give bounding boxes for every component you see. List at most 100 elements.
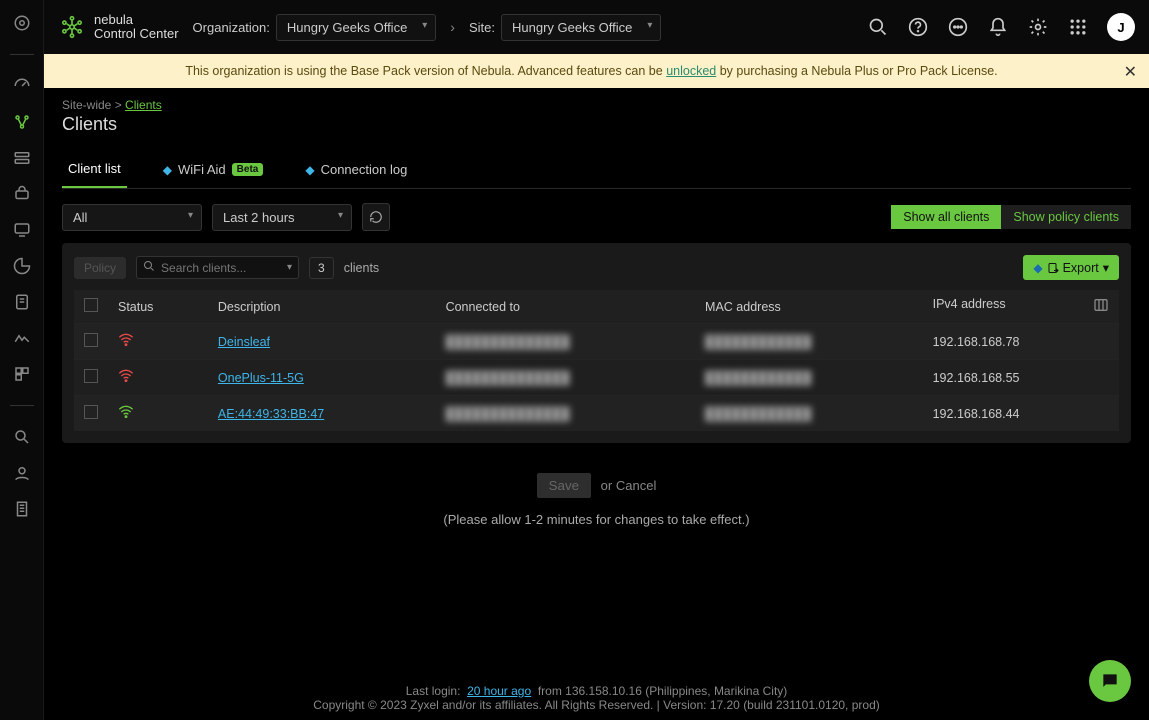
export-label: Export <box>1063 261 1099 275</box>
table-row[interactable]: OnePlus-11-5G██████████████████████████1… <box>74 360 1119 396</box>
ipv4-address: 192.168.168.55 <box>923 360 1119 396</box>
nav-clients-icon[interactable] <box>11 219 33 241</box>
last-login-time[interactable]: 20 hour ago <box>467 684 531 698</box>
topbar: nebula Control Center Organization: Hung… <box>44 0 1149 54</box>
filter-range-dropdown[interactable]: Last 2 hours <box>212 204 352 231</box>
nav-search-icon[interactable] <box>11 426 33 448</box>
diamond-icon: ◆ <box>305 163 314 177</box>
logo: nebula Control Center <box>58 13 179 42</box>
brand-line1: nebula <box>94 13 179 27</box>
save-row: Save or Cancel <box>62 473 1131 498</box>
page-title: Clients <box>62 114 1131 135</box>
ipv4-address: 192.168.168.44 <box>923 396 1119 432</box>
wifi-icon <box>118 337 134 351</box>
nav-switch-icon[interactable] <box>11 147 33 169</box>
client-link[interactable]: OnePlus-11-5G <box>218 371 304 385</box>
chat-button[interactable] <box>1089 660 1131 702</box>
filter-all-dropdown[interactable]: All <box>62 204 202 231</box>
mac-address: ████████████ <box>705 407 811 421</box>
col-description[interactable]: Description <box>208 290 436 324</box>
policy-button: Policy <box>74 257 126 279</box>
nav-user-icon[interactable] <box>11 462 33 484</box>
columns-icon[interactable] <box>1093 297 1109 316</box>
tab-wifi-aid[interactable]: ◆WiFi AidBeta <box>157 153 270 188</box>
brand-line2: Control Center <box>94 27 179 41</box>
search-icon <box>143 260 155 275</box>
checkbox[interactable] <box>84 369 98 383</box>
connected-to: ██████████████ <box>446 335 570 349</box>
logo-icon <box>58 13 86 41</box>
refresh-button[interactable] <box>362 203 390 231</box>
or-label: or <box>601 478 613 493</box>
apps-icon[interactable] <box>1067 16 1089 38</box>
chevron-down-icon[interactable]: ▾ <box>287 262 292 273</box>
divider <box>10 405 34 406</box>
last-login-from: from 136.158.10.16 (Philippines, Marikin… <box>538 684 787 698</box>
nav-dashboard-icon[interactable] <box>11 75 33 97</box>
col-ipv4[interactable]: IPv4 address <box>923 290 1119 324</box>
nav-target-icon[interactable] <box>11 12 33 34</box>
ipv4-address: 192.168.168.78 <box>923 324 1119 360</box>
clients-panel: Policy ▾ 3 clients ◆Export▾ Status <box>62 243 1131 443</box>
col-connected[interactable]: Connected to <box>436 290 695 324</box>
col-mac[interactable]: MAC address <box>695 290 923 324</box>
save-button[interactable]: Save <box>537 473 591 498</box>
tab-label: Connection log <box>321 162 408 177</box>
site-selector: Site: Hungry Geeks Office <box>469 14 661 41</box>
tab-connection-log[interactable]: ◆ Connection log <box>299 153 413 188</box>
nav-org-icon[interactable] <box>11 498 33 520</box>
search-icon[interactable] <box>867 16 889 38</box>
tab-client-list[interactable]: Client list <box>62 153 127 188</box>
checkbox-all[interactable] <box>84 298 98 312</box>
chevron-down-icon: ▾ <box>1103 260 1109 275</box>
banner-link[interactable]: unlocked <box>666 64 716 78</box>
col-status[interactable]: Status <box>108 290 208 324</box>
banner-text-pre: This organization is using the Base Pack… <box>185 64 666 78</box>
checkbox[interactable] <box>84 333 98 347</box>
show-policy-button[interactable]: Show policy clients <box>1001 205 1131 229</box>
export-button[interactable]: ◆ Export ▾ <box>1023 255 1119 280</box>
search-box[interactable]: ▾ <box>136 256 299 279</box>
feedback-icon[interactable] <box>947 16 969 38</box>
breadcrumb-root: Site-wide <box>62 98 111 112</box>
nav-monitor-icon[interactable] <box>11 327 33 349</box>
client-count: 3 <box>309 257 334 279</box>
nav-report-icon[interactable] <box>11 291 33 313</box>
nav-analytics-icon[interactable] <box>11 255 33 277</box>
search-input[interactable] <box>161 261 281 275</box>
mac-address: ████████████ <box>705 335 811 349</box>
tab-label: Client list <box>68 161 121 176</box>
table-row[interactable]: AE:44:49:33:BB:47███████████████████████… <box>74 396 1119 432</box>
table-row[interactable]: Deinsleaf██████████████████████████192.1… <box>74 324 1119 360</box>
checkbox[interactable] <box>84 405 98 419</box>
close-icon[interactable]: ✕ <box>1124 62 1137 82</box>
nav-config-icon[interactable] <box>11 363 33 385</box>
avatar[interactable]: J <box>1107 13 1135 41</box>
nav-topology-icon[interactable] <box>11 111 33 133</box>
nav-firewall-icon[interactable] <box>11 183 33 205</box>
gear-icon[interactable] <box>1027 16 1049 38</box>
breadcrumb-current[interactable]: Clients <box>125 98 162 112</box>
bell-icon[interactable] <box>987 16 1009 38</box>
show-all-button[interactable]: Show all clients <box>891 205 1001 229</box>
mac-address: ████████████ <box>705 371 811 385</box>
org-dropdown[interactable]: Hungry Geeks Office <box>276 14 436 41</box>
chevron-right-icon[interactable]: › <box>450 19 455 35</box>
site-dropdown[interactable]: Hungry Geeks Office <box>501 14 661 41</box>
wifi-icon <box>118 373 134 387</box>
cancel-link[interactable]: Cancel <box>616 478 656 493</box>
help-icon[interactable] <box>907 16 929 38</box>
client-link[interactable]: Deinsleaf <box>218 335 270 349</box>
beta-badge: Beta <box>232 163 264 176</box>
site-label: Site: <box>469 20 495 35</box>
tab-label: WiFi Aid <box>178 162 226 177</box>
tabs: Client list ◆ WiFi Aid Beta ◆ Connection lo… <box>62 153 1131 189</box>
org-label: Organization: <box>193 20 270 35</box>
last-login-label: Last login: <box>406 684 461 698</box>
filter-row: All Last 2 hours Show all clients Show p… <box>62 203 1131 231</box>
client-link[interactable]: AE:44:49:33:BB:47 <box>218 407 324 421</box>
clients-table: Status Description Connected to MAC addr… <box>74 290 1119 431</box>
wifi-icon <box>118 409 134 423</box>
banner-text-post: by purchasing a Nebula Plus or Pro Pack … <box>716 64 997 78</box>
diamond-icon: ◆ <box>1033 261 1042 275</box>
